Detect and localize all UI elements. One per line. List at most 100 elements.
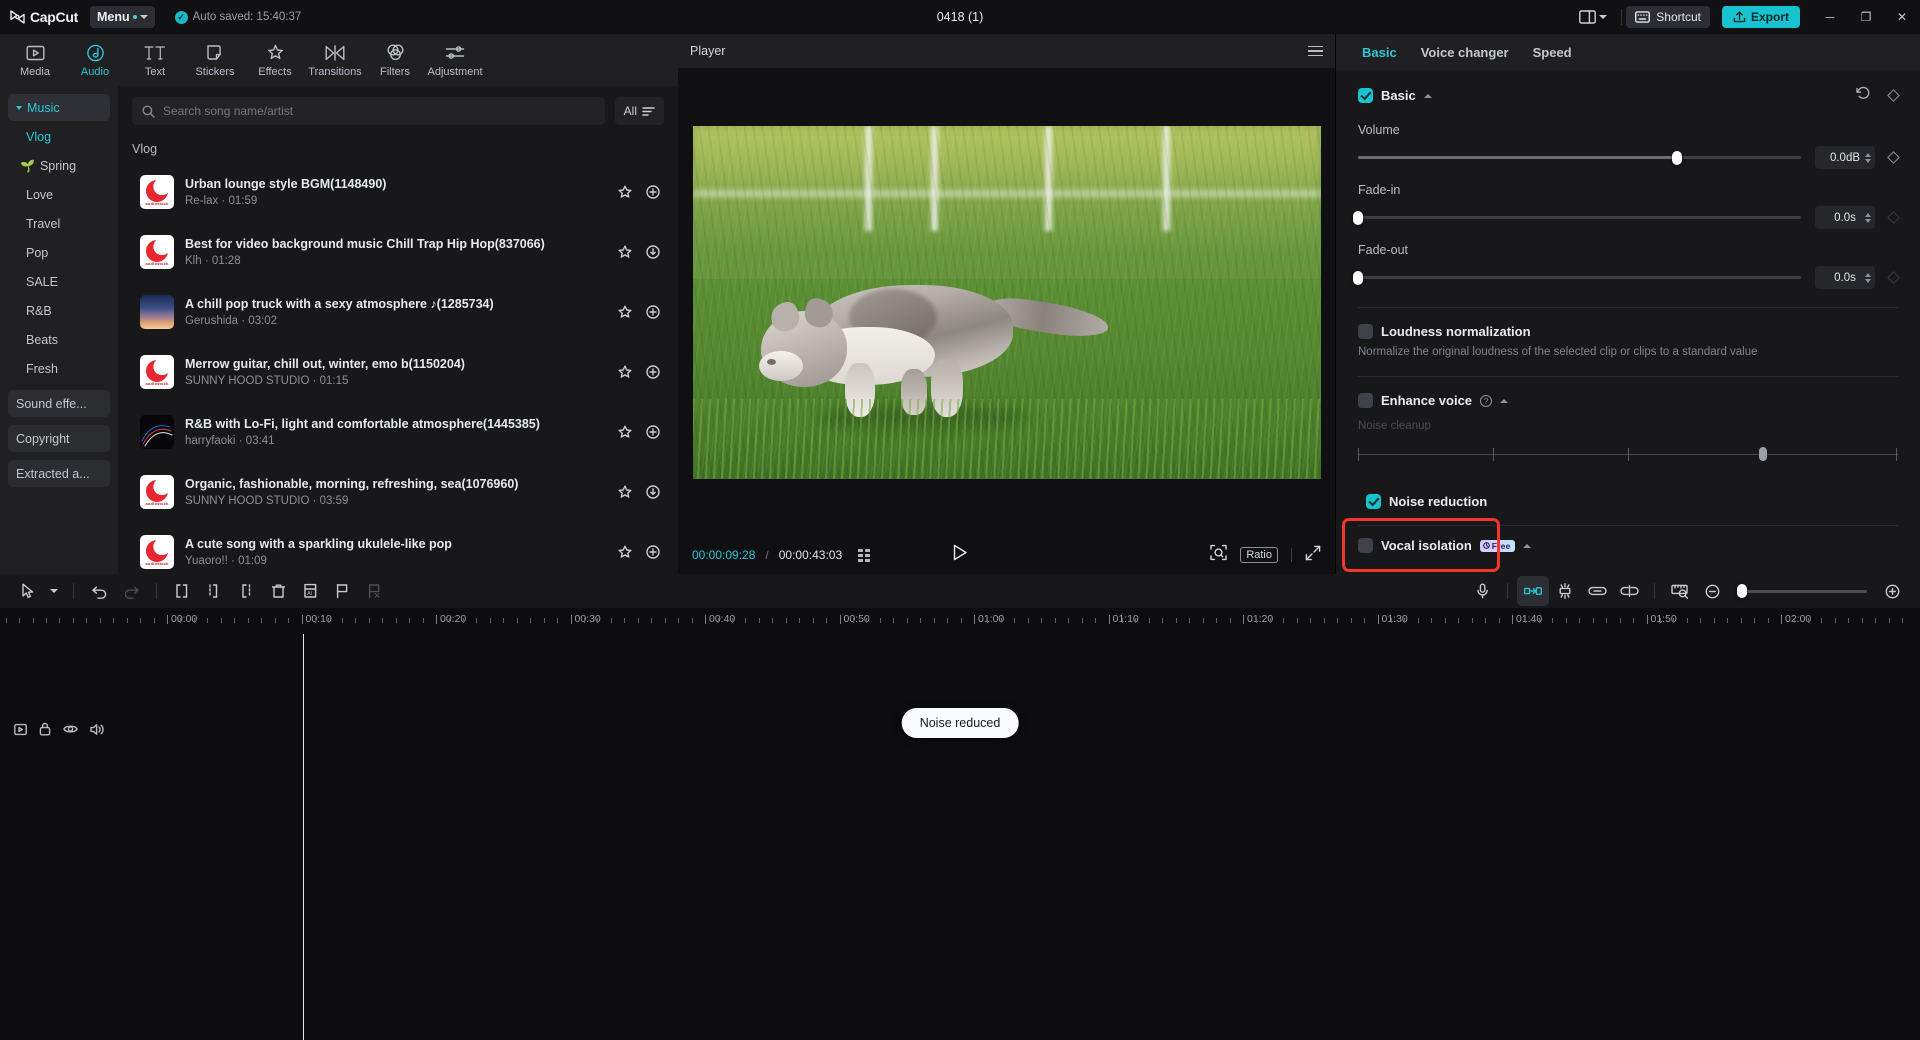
list-item[interactable]: audiostock Best for video background mus…	[132, 224, 670, 280]
ratio-button[interactable]: Ratio	[1240, 547, 1278, 563]
filter-all-button[interactable]: All	[615, 97, 664, 125]
volume-keyframe-icon[interactable]	[1887, 151, 1900, 164]
fade-in-slider-knob[interactable]	[1353, 211, 1363, 225]
sidebar-item-sale[interactable]: SALE	[8, 268, 110, 295]
favorite-star-icon[interactable]	[618, 545, 632, 559]
sidebar-item-vlog[interactable]: Vlog	[8, 123, 110, 150]
ruler-icon[interactable]	[1664, 576, 1696, 606]
fade-out-stepper[interactable]	[1865, 273, 1871, 283]
list-item[interactable]: R&B with Lo-Fi, light and comfortable at…	[132, 404, 670, 460]
shortcut-button[interactable]: Shortcut	[1626, 6, 1710, 28]
list-item[interactable]: A chill pop truck with a sexy atmosphere…	[132, 284, 670, 340]
enhance-voice-checkbox[interactable]	[1358, 393, 1373, 408]
select-tool-icon[interactable]	[12, 576, 44, 606]
frame-list-icon[interactable]	[858, 549, 870, 562]
noise-reduction-checkbox[interactable]	[1366, 494, 1381, 509]
tab-voice-changer[interactable]: Voice changer	[1421, 45, 1509, 60]
nav-tab-audio[interactable]: Audio	[66, 36, 124, 84]
player-menu-icon[interactable]	[1308, 46, 1323, 57]
favorite-star-icon[interactable]	[618, 305, 632, 319]
fade-in-stepper[interactable]	[1865, 213, 1871, 223]
fade-out-slider-knob[interactable]	[1353, 271, 1363, 285]
sidebar-item-rnb[interactable]: R&B	[8, 297, 110, 324]
favorite-star-icon[interactable]	[618, 485, 632, 499]
add-icon[interactable]	[646, 185, 660, 199]
song-list[interactable]: audiostock Urban lounge style BGM(114849…	[118, 164, 678, 574]
close-button[interactable]: ✕	[1884, 0, 1920, 34]
nav-tab-filters[interactable]: Filters	[366, 36, 424, 84]
sidebar-item-love[interactable]: Love	[8, 181, 110, 208]
list-item[interactable]: audiostock A cute song with a sparkling …	[132, 524, 670, 574]
add-icon[interactable]	[646, 365, 660, 379]
video-preview[interactable]	[693, 126, 1321, 479]
search-box[interactable]	[132, 97, 605, 125]
collapse-chevron-icon[interactable]	[1523, 544, 1531, 548]
mirror-icon[interactable]	[1517, 576, 1549, 606]
timeline-zoom-knob[interactable]	[1737, 584, 1747, 598]
sidebar-item-pop[interactable]: Pop	[8, 239, 110, 266]
reset-icon[interactable]	[1856, 86, 1871, 105]
fade-in-value-box[interactable]: 0.0s	[1815, 206, 1875, 229]
maximize-button[interactable]: ❐	[1848, 0, 1884, 34]
flag-icon[interactable]	[326, 576, 358, 606]
microphone-icon[interactable]	[1466, 576, 1498, 606]
volume-value-box[interactable]: 0.0dB	[1815, 146, 1875, 169]
collapse-chevron-icon[interactable]	[1500, 399, 1508, 403]
split-icon[interactable]	[166, 576, 198, 606]
zoom-fit-icon[interactable]	[1210, 544, 1227, 566]
delete-icon[interactable]	[262, 576, 294, 606]
zoom-in-icon[interactable]	[1876, 576, 1908, 606]
noise-reduction-row[interactable]: Noise reduction	[1358, 484, 1898, 519]
export-button[interactable]: Export	[1722, 6, 1800, 28]
add-icon[interactable]	[646, 425, 660, 439]
tool-chevron-down-icon[interactable]	[44, 576, 64, 606]
mute-icon[interactable]	[90, 723, 104, 736]
search-input[interactable]	[163, 104, 595, 118]
list-item[interactable]: audiostock Organic, fashionable, morning…	[132, 464, 670, 520]
sidebar-item-travel[interactable]: Travel	[8, 210, 110, 237]
vocal-isolation-row[interactable]: Vocal isolation Free	[1358, 538, 1898, 553]
list-item[interactable]: audiostock Merrow guitar, chill out, win…	[132, 344, 670, 400]
fade-out-slider[interactable]	[1358, 276, 1801, 279]
undo-icon[interactable]	[83, 576, 115, 606]
add-icon[interactable]	[646, 545, 660, 559]
zoom-out-icon[interactable]	[1696, 576, 1728, 606]
basic-checkbox[interactable]	[1358, 88, 1373, 103]
sidebar-item-spring[interactable]: 🌱 Spring	[8, 152, 110, 179]
favorite-star-icon[interactable]	[618, 245, 632, 259]
nav-tab-stickers[interactable]: Stickers	[186, 36, 244, 84]
unlink-icon[interactable]	[1613, 576, 1645, 606]
fade-out-value-box[interactable]: 0.0s	[1815, 266, 1875, 289]
download-icon[interactable]	[646, 245, 660, 259]
trim-left-icon[interactable]	[198, 576, 230, 606]
redo-icon[interactable]	[115, 576, 147, 606]
sidebar-item-fresh[interactable]: Fresh	[8, 355, 110, 382]
visibility-icon[interactable]	[63, 723, 78, 735]
favorite-star-icon[interactable]	[618, 365, 632, 379]
keyframe-diamond-icon[interactable]	[1887, 89, 1900, 102]
fade-in-slider[interactable]	[1358, 216, 1801, 219]
favorite-star-icon[interactable]	[618, 425, 632, 439]
menu-button[interactable]: Menu	[90, 6, 155, 28]
sidebar-item-music[interactable]: Music	[8, 94, 110, 121]
vocal-isolation-checkbox[interactable]	[1358, 538, 1373, 553]
link-icon[interactable]	[1581, 576, 1613, 606]
track-thumbnail-toggle-icon[interactable]	[14, 723, 27, 736]
fullscreen-icon[interactable]	[1305, 545, 1321, 566]
download-icon[interactable]	[646, 485, 660, 499]
nav-tab-transitions[interactable]: Transitions	[306, 36, 364, 84]
ai-marker-icon[interactable]: AI	[294, 576, 326, 606]
sidebar-item-beats[interactable]: Beats	[8, 326, 110, 353]
nav-tab-effects[interactable]: Effects	[246, 36, 304, 84]
favorite-star-icon[interactable]	[618, 185, 632, 199]
loudness-checkbox[interactable]	[1358, 324, 1373, 339]
timeline-zoom-slider[interactable]	[1737, 590, 1867, 593]
minimize-button[interactable]: ─	[1812, 0, 1848, 34]
layout-switch-button[interactable]	[1569, 10, 1617, 24]
collapse-chevron-icon[interactable]	[1424, 94, 1432, 98]
volume-slider[interactable]	[1358, 156, 1801, 159]
tab-speed[interactable]: Speed	[1533, 45, 1572, 60]
trim-right-icon[interactable]	[230, 576, 262, 606]
nav-tab-text[interactable]: Text	[126, 36, 184, 84]
add-icon[interactable]	[646, 305, 660, 319]
